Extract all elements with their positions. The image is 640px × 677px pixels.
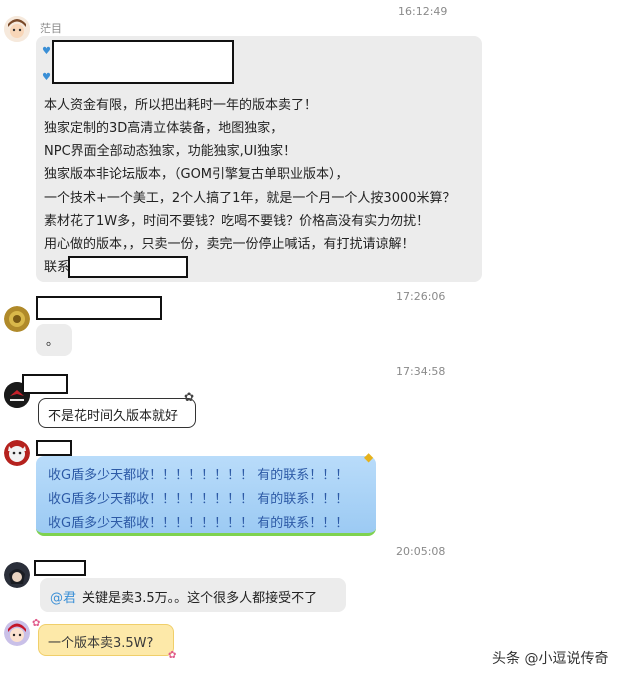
heart-icon: ♥ (42, 72, 51, 83)
message-line: 独家版本非论坛版本，（GOM引擎复古单职业版本）， (44, 167, 349, 182)
flower-icon: ✿ (168, 650, 177, 661)
sender-name: 茫目 (40, 22, 62, 35)
redacted-name (36, 296, 162, 320)
message-text: 关键是卖3.5万。。这个很多人都接受不了 (82, 591, 318, 606)
timestamp: 20:05:08 (396, 545, 446, 558)
avatar[interactable] (4, 620, 30, 646)
watermark: 头条 @小逗说传奇 (492, 651, 609, 667)
message-line: 用心做的版本，，只卖一份，卖完一份停止喊话，有打扰请谅解！ (44, 237, 415, 252)
avatar[interactable] (4, 306, 30, 332)
redacted-block (68, 256, 188, 278)
avatar[interactable] (4, 16, 30, 42)
message-text: 不是花时间久版本就好 (48, 409, 179, 424)
message-line: 收G盾多少天都收！！！！！！！！ 有的联系！！！ (48, 516, 349, 531)
message-text: 一个版本卖3.5W? (48, 636, 154, 651)
mention-link[interactable]: @君 (50, 587, 76, 606)
message-line: 本人资金有限，所以把出耗时一年的版本卖了！ (44, 98, 318, 113)
timestamp: 17:26:06 (396, 290, 446, 303)
message-line: NPC界面全部动态独家，功能独家,UI独家！ (44, 144, 297, 159)
contact-label: 联系 (44, 260, 71, 275)
message-line: 素材花了1W多，时间不要钱？吃喝不要钱？价格高没有实力勿扰！ (44, 214, 430, 229)
avatar[interactable] (4, 440, 30, 466)
avatar[interactable] (4, 562, 30, 588)
message-line: 独家定制的3D高清立体装备，地图独家， (44, 121, 284, 136)
redacted-block (52, 40, 234, 84)
message-text: 。 (46, 334, 60, 349)
redacted-name (34, 560, 86, 576)
heart-icon: ♥ (42, 46, 51, 57)
flower-icon: ✿ (32, 618, 41, 629)
redacted-name (22, 374, 68, 394)
timestamp: 17:34:58 (396, 365, 446, 378)
message-line: 一个技术+一个美工，2个人搞了1年，就是一个月一个人按3000米算？ (44, 191, 456, 206)
redacted-name (36, 440, 72, 456)
message-line: 收G盾多少天都收！！！！！！！！ 有的联系！！！ (48, 468, 349, 483)
kite-icon: ◆ (364, 450, 374, 464)
message-line: 收G盾多少天都收！！！！！！！！ 有的联系！！！ (48, 492, 349, 507)
timestamp: 16:12:49 (398, 5, 448, 18)
paw-icon: ✿ (184, 390, 195, 404)
